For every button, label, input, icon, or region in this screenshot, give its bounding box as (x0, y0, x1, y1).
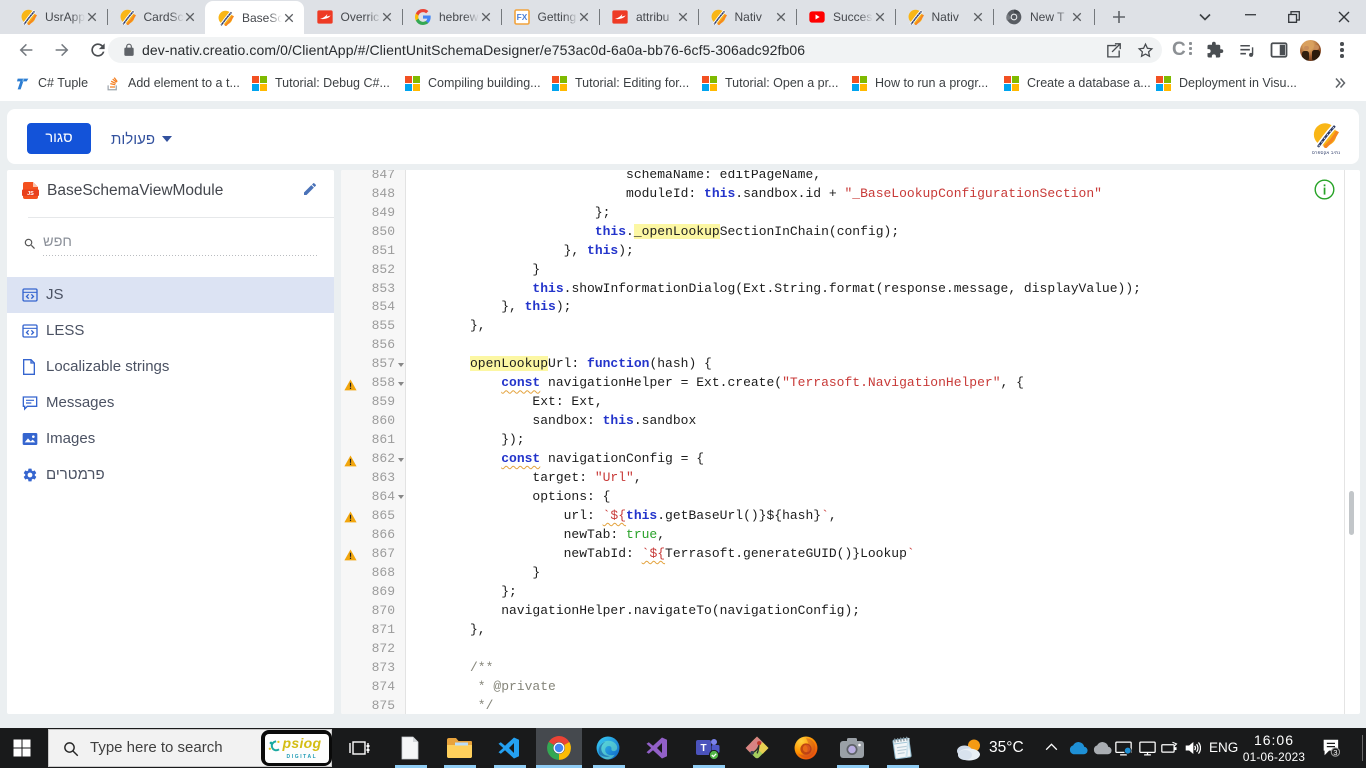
svg-text:3: 3 (1333, 748, 1337, 757)
svg-text:JS: JS (27, 191, 34, 197)
svg-text:T: T (700, 743, 706, 754)
svg-text:FX: FX (516, 12, 527, 22)
